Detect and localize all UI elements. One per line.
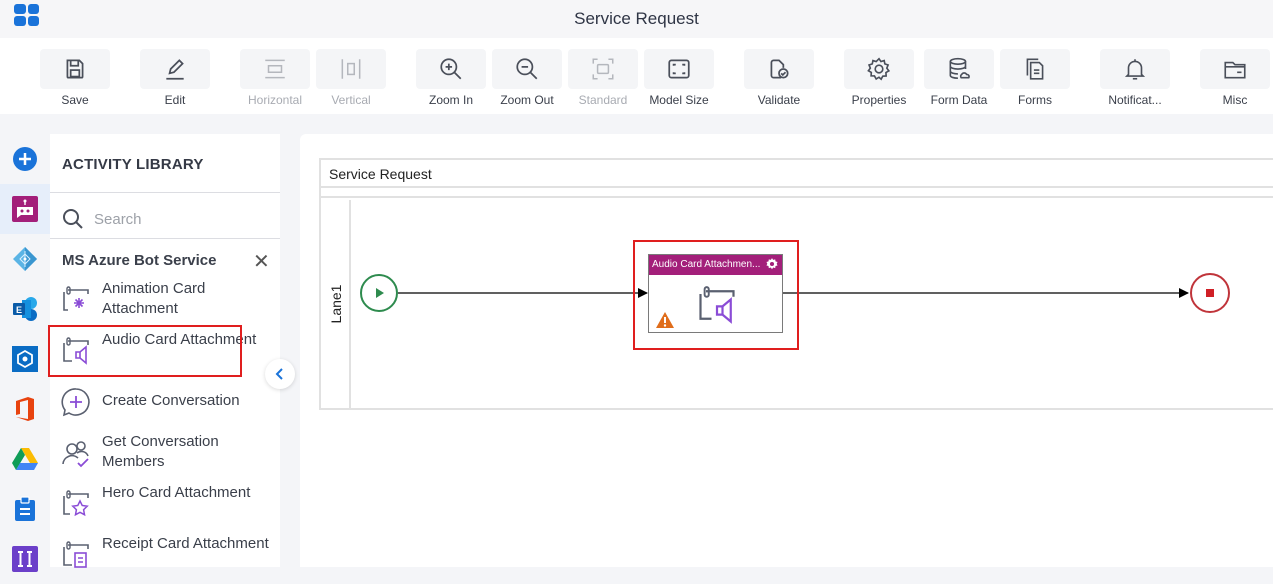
close-icon[interactable]: ✕ bbox=[253, 252, 270, 272]
properties-button[interactable]: Properties bbox=[844, 49, 914, 107]
zoom-in-button[interactable]: Zoom In bbox=[416, 49, 486, 107]
rail-item-azure-service[interactable] bbox=[0, 334, 50, 384]
library-item-get-conversation-members[interactable]: Get Conversation Members bbox=[50, 429, 280, 479]
horizontal-layout-icon bbox=[265, 59, 285, 79]
warning-icon[interactable] bbox=[655, 311, 675, 329]
gear-icon[interactable] bbox=[765, 257, 779, 271]
edit-button[interactable]: Edit bbox=[140, 49, 210, 107]
library-item-hero-card[interactable]: Hero Card Attachment bbox=[50, 480, 280, 530]
horizontal-button[interactable]: Horizontal bbox=[240, 49, 310, 107]
gear-icon bbox=[867, 57, 891, 81]
animation-card-icon bbox=[63, 286, 89, 311]
task-title: Audio Card Attachmen... bbox=[652, 259, 761, 270]
forms-icon bbox=[1026, 58, 1044, 80]
model-size-icon bbox=[668, 59, 690, 79]
receipt-card-icon bbox=[63, 541, 89, 568]
audio-card-icon bbox=[63, 337, 89, 365]
create-conversation-icon bbox=[61, 388, 90, 417]
bot-icon bbox=[12, 196, 38, 222]
forms-button[interactable]: Forms bbox=[1000, 49, 1070, 107]
rail-item-integration[interactable] bbox=[0, 534, 50, 584]
library-item-create-conversation[interactable]: Create Conversation bbox=[50, 378, 280, 428]
library-item-receipt-card[interactable]: Receipt Card Attachment bbox=[50, 531, 280, 581]
task-audio-card-attachment[interactable]: Audio Card Attachmen... bbox=[648, 254, 783, 333]
database-icon bbox=[949, 57, 970, 80]
rail-item-exchange[interactable]: E bbox=[0, 284, 50, 334]
zoom-in-icon bbox=[440, 58, 462, 80]
chevron-left-icon bbox=[275, 368, 283, 380]
search-icon bbox=[63, 209, 83, 229]
conversation-members-icon bbox=[62, 441, 89, 468]
save-icon bbox=[66, 59, 84, 79]
azure-ad-icon bbox=[13, 247, 37, 271]
google-drive-icon bbox=[12, 448, 38, 470]
page-title: Service Request bbox=[574, 9, 699, 28]
standard-button[interactable]: Standard bbox=[568, 49, 638, 107]
plus-circle-icon bbox=[13, 147, 37, 171]
title-bar: Service Request bbox=[0, 0, 1273, 38]
rail-item-ms-azure-bot-service[interactable] bbox=[0, 184, 50, 234]
audio-card-icon bbox=[699, 286, 735, 324]
process-canvas[interactable]: Service Request Lane1 Audio Card Attachm… bbox=[300, 134, 1273, 567]
rail-item-google-drive[interactable] bbox=[0, 434, 50, 484]
zoom-out-icon bbox=[516, 58, 538, 80]
diagram-layer bbox=[360, 273, 1230, 313]
standard-size-icon bbox=[592, 58, 614, 80]
misc-button[interactable]: Misc bbox=[1200, 49, 1270, 107]
vertical-button[interactable]: Vertical bbox=[316, 49, 386, 107]
start-event[interactable] bbox=[360, 274, 398, 312]
office-icon bbox=[16, 397, 34, 421]
zoom-out-button[interactable]: Zoom Out bbox=[492, 49, 562, 107]
save-button[interactable]: Save bbox=[40, 49, 110, 107]
group-title: MS Azure Bot Service bbox=[62, 252, 217, 269]
divider bbox=[50, 238, 280, 239]
rail-item-azure-ad[interactable] bbox=[0, 234, 50, 284]
exchange-icon: E bbox=[13, 297, 37, 321]
validate-button[interactable]: Validate bbox=[744, 49, 814, 107]
svg-text:E: E bbox=[16, 305, 22, 315]
vertical-layout-icon bbox=[341, 59, 361, 79]
validate-icon bbox=[770, 59, 789, 79]
library-item-animation-card[interactable]: Animation Card Attachment bbox=[50, 276, 280, 326]
activity-library-panel: ACTIVITY LIBRARY MS Azure Bot Service ✕ … bbox=[48, 134, 280, 568]
rail-item-clipboard[interactable] bbox=[0, 484, 50, 534]
form-data-button[interactable]: Form Data bbox=[924, 49, 994, 107]
rail-item-office-365[interactable] bbox=[0, 384, 50, 434]
rail-item-add[interactable] bbox=[0, 134, 50, 184]
search-box bbox=[62, 206, 272, 232]
task-header: Audio Card Attachmen... bbox=[649, 255, 782, 275]
toolbar: Save Edit Horizontal Vertical Zoom In Zo… bbox=[0, 38, 1273, 114]
hero-card-icon bbox=[63, 490, 89, 517]
model-size-button[interactable]: Model Size bbox=[644, 49, 714, 107]
library-item-audio-card[interactable]: Audio Card Attachment bbox=[48, 325, 280, 377]
clipboard-icon bbox=[15, 496, 35, 521]
end-event[interactable] bbox=[1190, 273, 1230, 313]
search-input[interactable] bbox=[94, 210, 264, 228]
integration-icon bbox=[12, 546, 38, 572]
bell-icon bbox=[1124, 59, 1146, 80]
azure-service-icon bbox=[12, 346, 38, 372]
collapse-library-button[interactable] bbox=[265, 359, 295, 389]
library-title: ACTIVITY LIBRARY bbox=[62, 156, 204, 173]
edit-icon bbox=[166, 59, 184, 80]
notifications-button[interactable]: Notificat... bbox=[1100, 49, 1170, 107]
integration-rail: E bbox=[0, 134, 50, 572]
divider bbox=[50, 192, 280, 193]
folder-icon bbox=[1224, 61, 1246, 79]
